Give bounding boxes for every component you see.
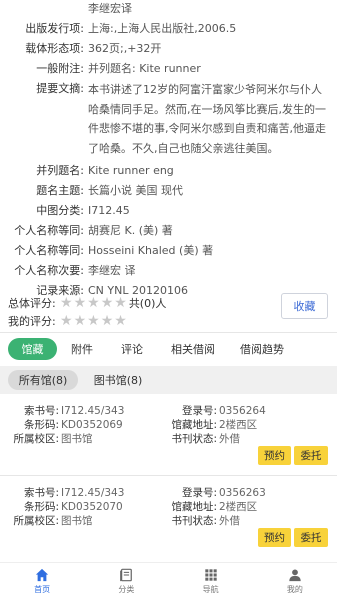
nav-label: 导航	[202, 585, 219, 594]
book-icon	[120, 568, 133, 582]
rating-count: 共(0)人	[128, 297, 167, 310]
meta-value: 长篇小说 美国 现代	[88, 184, 183, 197]
meta-label: 提要文摘:	[36, 82, 84, 95]
meta-label: 中图分类:	[36, 204, 84, 217]
subtab-library[interactable]: 图书馆(8)	[90, 370, 146, 390]
star-icon: ★	[87, 295, 100, 311]
meta-row-subject: 题名主题: 长篇小说 美国 现代	[0, 182, 337, 199]
location: 馆藏地址: 2楼西区	[171, 419, 258, 431]
collect-button[interactable]: 收藏	[281, 293, 328, 319]
campus: 所属校区: 图书馆	[13, 433, 93, 445]
meta-row-author-cn: 个人名称等同: 胡赛尼 K. (美) 著	[0, 222, 337, 239]
star-icon: ★	[114, 295, 127, 311]
meta-label: 题名主题:	[36, 184, 84, 197]
meta-row-note: 一般附注: 并列题名: Kite runner	[0, 60, 337, 77]
book-metadata: 李继宏译 出版发行项: 上海:,上海人民出版社,2006.5 载体形态项: 36…	[0, 0, 337, 299]
delegate-button[interactable]: 委托	[294, 528, 328, 547]
overall-rating-label: 总体评分:	[8, 297, 56, 310]
meta-label	[0, 0, 84, 17]
barcode: 条形码: KD0352070	[23, 501, 123, 513]
nav-home[interactable]: 首页	[0, 563, 84, 600]
detail-tabs: 馆藏 附件 评论 相关借阅 借阅趋势	[8, 338, 284, 360]
bottom-navigation: 首页 分类 导航 我的	[0, 562, 337, 600]
meta-value: 362页;,+32开	[88, 42, 162, 55]
tab-attachments[interactable]: 附件	[71, 338, 93, 360]
star-icon: ★	[100, 295, 114, 311]
rating-section: 总体评分: ★ ★ ★ ★ ★ 共(0)人 我的评分: ★ ★ ★ ★ ★ 收藏	[8, 293, 333, 330]
meta-value: Kite runner eng	[88, 164, 174, 177]
divider	[0, 332, 337, 333]
registration-number: 登录号: 0356264	[181, 405, 266, 417]
meta-row-abstract: 提要文摘: 本书讲述了12岁的阿富汗富家少爷阿米尔与仆人哈桑情同手足。然而,在一…	[0, 80, 337, 158]
meta-label: 出版发行项:	[25, 22, 84, 35]
meta-value: 并列题名: Kite runner	[88, 62, 201, 75]
meta-row-format: 载体形态项: 362页;,+32开	[0, 40, 337, 57]
nav-label: 首页	[34, 585, 51, 594]
star-icon[interactable]: ★	[74, 314, 87, 328]
meta-value: 上海:,上海人民出版社,2006.5	[88, 22, 237, 35]
star-icon: ★	[60, 295, 73, 311]
meta-row-parallel-title: 并列题名: Kite runner eng	[0, 162, 337, 179]
meta-row-author-en: 个人名称等同: Hosseini Khaled (美) 著	[0, 242, 337, 259]
meta-value: 李继宏 译	[88, 264, 136, 277]
nav-mine[interactable]: 我的	[253, 563, 337, 600]
tab-comments[interactable]: 评论	[121, 338, 143, 360]
holding-item: 索书号: I712.45/343 条形码: KD0352070 所属校区: 图书馆 登…	[0, 484, 337, 554]
nav-label: 我的	[286, 585, 303, 594]
library-filter-bar: 所有馆(8) 图书馆(8)	[0, 366, 337, 394]
nav-navigation[interactable]: 导航	[169, 563, 253, 600]
star-icon[interactable]: ★	[60, 314, 73, 328]
user-icon	[289, 569, 301, 582]
my-rating-label: 我的评分:	[8, 315, 56, 328]
my-stars[interactable]: ★ ★ ★ ★ ★	[60, 314, 127, 328]
tab-holdings[interactable]: 馆藏	[8, 338, 57, 360]
meta-row-translator: 李继宏译	[0, 0, 337, 17]
meta-label: 一般附注:	[36, 62, 84, 75]
star-icon[interactable]: ★	[114, 314, 127, 328]
overall-stars: ★ ★ ★ ★ ★	[60, 296, 127, 310]
meta-value: Hosseini Khaled (美) 著	[88, 244, 214, 257]
tab-related-borrowing[interactable]: 相关借阅	[171, 338, 215, 360]
grid-icon	[204, 569, 217, 581]
nav-category[interactable]: 分类	[84, 563, 168, 600]
meta-value: I712.45	[88, 204, 130, 217]
location: 馆藏地址: 2楼西区	[171, 501, 258, 513]
meta-row-translator-secondary: 个人名称次要: 李继宏 译	[0, 262, 337, 279]
meta-value: 李继宏译	[88, 2, 132, 15]
call-number: 索书号: I712.45/343	[23, 405, 125, 417]
home-icon	[36, 568, 49, 582]
star-icon[interactable]: ★	[101, 314, 114, 328]
barcode: 条形码: KD0352069	[23, 419, 123, 431]
loan-status: 书刊状态: 外借	[171, 515, 240, 527]
meta-label: 个人名称次要:	[14, 264, 84, 277]
campus: 所属校区: 图书馆	[13, 515, 93, 527]
subtab-all-libraries[interactable]: 所有馆(8)	[8, 370, 78, 390]
meta-row-classification: 中图分类: I712.45	[0, 202, 337, 219]
registration-number: 登录号: 0356263	[181, 487, 266, 499]
meta-label: 个人名称等同:	[14, 224, 84, 237]
meta-row-publisher: 出版发行项: 上海:,上海人民出版社,2006.5	[0, 20, 337, 37]
reserve-button[interactable]: 预约	[258, 528, 291, 547]
call-number: 索书号: I712.45/343	[23, 487, 125, 499]
meta-value: 胡赛尼 K. (美) 著	[88, 224, 173, 237]
meta-value: 本书讲述了12岁的阿富汗富家少爷阿米尔与仆人哈桑情同手足。然而,在一场风筝比赛后…	[88, 83, 326, 155]
meta-label: 载体形态项:	[25, 42, 84, 55]
star-icon: ★	[73, 295, 87, 311]
reserve-button[interactable]: 预约	[258, 446, 291, 465]
meta-label: 并列题名:	[36, 164, 84, 177]
tab-borrowing-trend[interactable]: 借阅趋势	[240, 338, 284, 360]
delegate-button[interactable]: 委托	[294, 446, 328, 465]
holding-item: 索书号: I712.45/343 条形码: KD0352069 所属校区: 图书馆 登…	[0, 402, 337, 472]
loan-status: 书刊状态: 外借	[171, 433, 240, 445]
meta-label: 个人名称等同:	[14, 244, 84, 257]
divider	[0, 475, 337, 476]
nav-label: 分类	[118, 585, 135, 594]
star-icon[interactable]: ★	[87, 314, 100, 328]
